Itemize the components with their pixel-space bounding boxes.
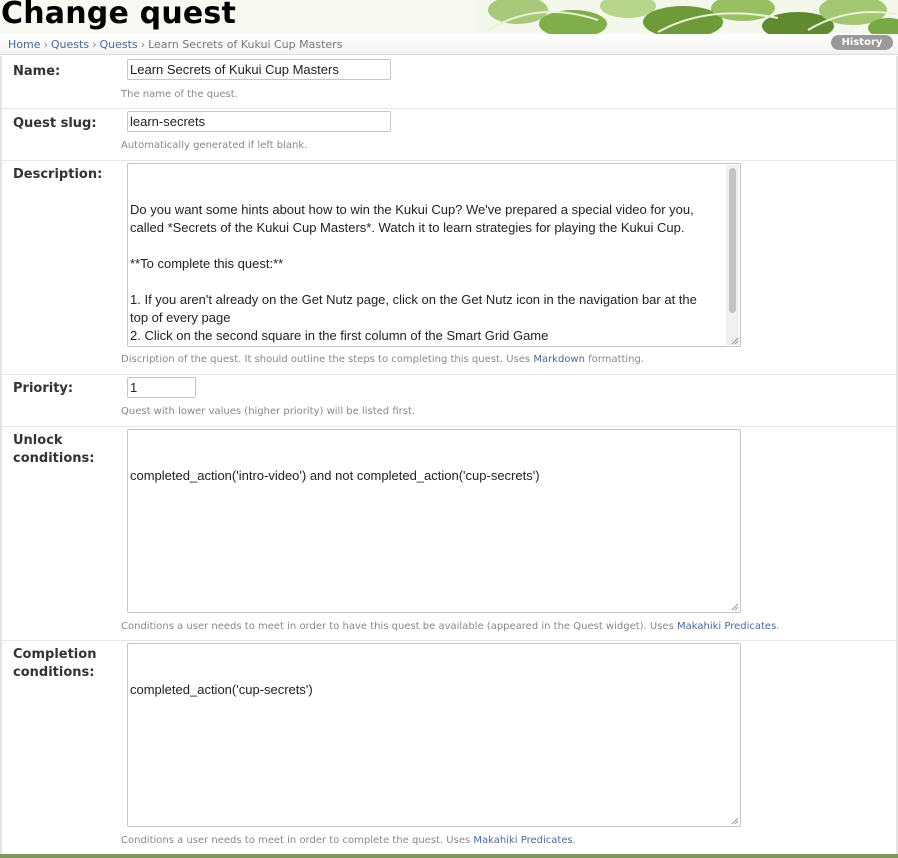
unlock-help-before: Conditions a user needs to meet in order… (121, 621, 677, 632)
unlock-conditions-text: completed_action('intro-video') and not … (130, 468, 540, 483)
footer-leaf-strip (0, 854, 898, 858)
breadcrumb-model-link[interactable]: Quests (99, 38, 137, 51)
breadcrumb-separator: › (43, 38, 48, 51)
unlock-help-after: . (776, 621, 780, 632)
history-button[interactable]: History (831, 35, 893, 50)
slug-input[interactable]: learn-secrets (127, 111, 391, 132)
description-row: Description: Do you want some hints abou… (2, 161, 896, 375)
slug-label: Quest slug: (13, 116, 97, 131)
unlock-conditions-textarea[interactable]: completed_action('intro-video') and not … (127, 429, 741, 613)
unlock-help-text: Conditions a user needs to meet in order… (121, 620, 779, 634)
resize-grip-icon[interactable] (730, 602, 739, 611)
unlock-conditions-label: Unlock conditions: (13, 432, 94, 468)
unlock-label-line1: Unlock (13, 433, 63, 448)
description-help-after: formatting. (584, 354, 645, 365)
unlock-label-line2: conditions: (13, 451, 95, 466)
completion-conditions-row: Completion conditions: completed_action(… (2, 641, 896, 856)
completion-help-before: Conditions a user needs to meet in order… (121, 835, 474, 846)
completion-conditions-label: Completion conditions: (13, 646, 96, 682)
description-help-before: Discription of the quest. It should outl… (121, 354, 534, 365)
markdown-link[interactable]: Markdown (533, 354, 585, 365)
completion-help-text: Conditions a user needs to meet in order… (121, 834, 576, 848)
name-input[interactable]: Learn Secrets of Kukui Cup Masters (127, 59, 391, 80)
completion-help-after: . (572, 835, 576, 846)
change-quest-form: Name: Learn Secrets of Kukui Cup Masters… (0, 56, 898, 858)
makahiki-predicates-link[interactable]: Makahiki Predicates (677, 621, 776, 632)
description-scrollbar[interactable] (726, 165, 739, 345)
name-help-text: The name of the quest. (121, 89, 238, 100)
description-textarea[interactable]: Do you want some hints about how to win … (127, 163, 741, 347)
completion-conditions-textarea[interactable]: completed_action('cup-secrets') (127, 643, 741, 827)
completion-conditions-text: completed_action('cup-secrets') (130, 682, 313, 697)
priority-input[interactable]: 1 (127, 377, 196, 398)
name-row: Name: Learn Secrets of Kukui Cup Masters… (2, 56, 896, 109)
breadcrumb-separator: › (92, 38, 97, 51)
description-help-text: Discription of the quest. It should outl… (121, 353, 644, 367)
makahiki-predicates-link[interactable]: Makahiki Predicates (473, 835, 572, 846)
name-label: Name: (13, 64, 61, 79)
completion-label-line2: conditions: (13, 665, 95, 680)
breadcrumb: Home › Quests › Quests › Learn Secrets of Kuku… (0, 34, 898, 55)
breadcrumb-home-link[interactable]: Home (8, 38, 40, 51)
resize-grip-icon[interactable] (730, 816, 739, 825)
page-title: Change quest (1, 0, 237, 31)
leaf-banner-image (478, 0, 898, 34)
slug-help-text: Automatically generated if left blank. (121, 140, 308, 151)
completion-label-line1: Completion (13, 647, 97, 662)
resize-grip-icon[interactable] (730, 336, 739, 345)
description-label: Description: (13, 167, 103, 182)
breadcrumb-app-link[interactable]: Quests (51, 38, 89, 51)
description-text: Do you want some hints about how to win … (130, 202, 697, 343)
priority-row: Priority: 1 Quest with lower values (hig… (2, 375, 896, 427)
priority-label: Priority: (13, 381, 74, 396)
slug-row: Quest slug: learn-secrets Automatically … (2, 109, 896, 161)
priority-help-text: Quest with lower values (higher priority… (121, 406, 416, 417)
breadcrumb-current: Learn Secrets of Kukui Cup Masters (148, 38, 343, 51)
unlock-conditions-row: Unlock conditions: completed_action('int… (2, 427, 896, 641)
scrollbar-thumb[interactable] (729, 168, 736, 313)
page-header: Change quest (0, 0, 898, 34)
breadcrumb-separator: › (140, 38, 146, 51)
